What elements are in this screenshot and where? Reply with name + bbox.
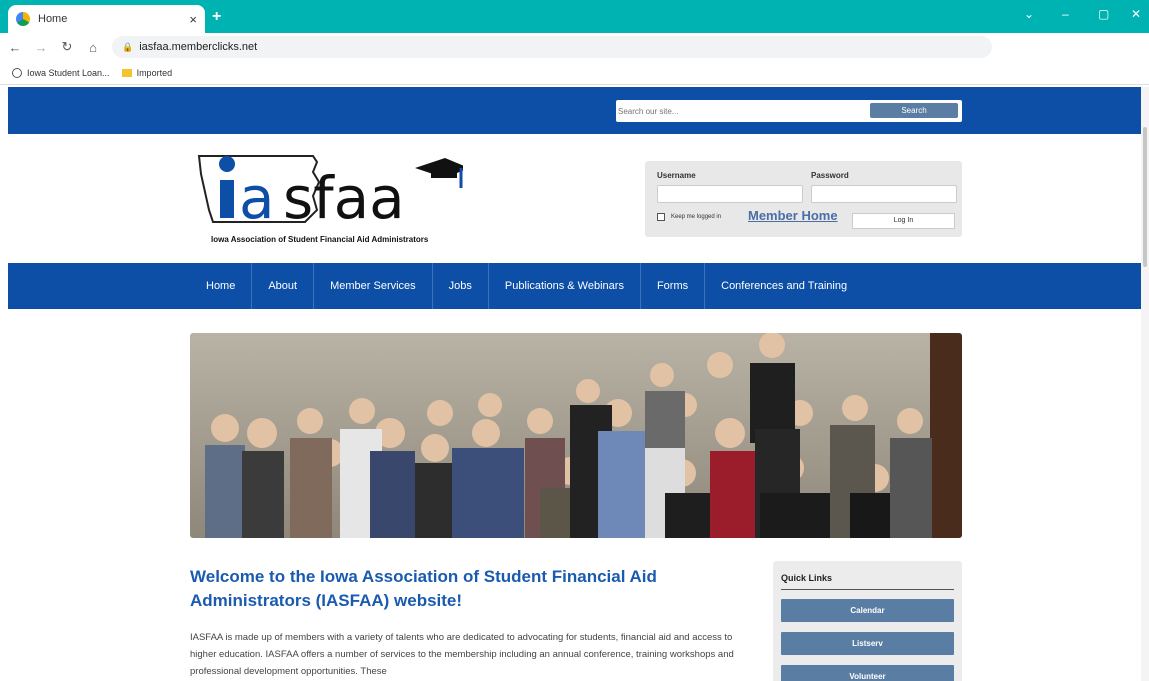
- bookmarks-bar: Iowa Student Loan... Imported: [0, 61, 1149, 85]
- back-icon[interactable]: ←: [4, 40, 26, 55]
- main-nav: Home About Member Services Jobs Publicat…: [8, 263, 1141, 309]
- nav-home[interactable]: Home: [190, 263, 253, 309]
- home-icon[interactable]: ⌂: [82, 40, 104, 55]
- intro-paragraph: IASFAA is made up of members with a vari…: [190, 632, 734, 677]
- minimize-icon[interactable]: –: [1062, 7, 1069, 21]
- window-close-icon[interactable]: ✕: [1131, 7, 1141, 21]
- nav-member-services[interactable]: Member Services: [314, 263, 433, 309]
- group-photo: [190, 333, 962, 538]
- nav-jobs[interactable]: Jobs: [433, 263, 489, 309]
- reload-icon[interactable]: ↻: [56, 39, 78, 55]
- svg-text:a: a: [239, 164, 275, 232]
- search-input[interactable]: [616, 102, 866, 120]
- url-text: iasfaa.memberclicks.net: [139, 41, 258, 53]
- bookmark-label: Imported: [136, 67, 173, 78]
- iasfaa-logo[interactable]: a sfaa Iowa Association of Student Finan…: [193, 152, 469, 247]
- site-search: Search: [616, 100, 962, 122]
- bookmark-label: Iowa Student Loan...: [27, 67, 110, 78]
- forward-icon[interactable]: →: [30, 40, 52, 55]
- keep-logged-in-checkbox[interactable]: [657, 213, 665, 221]
- nav-publications-webinars[interactable]: Publications & Webinars: [489, 263, 641, 309]
- iowa-map-logo-graphic: a sfaa: [197, 155, 469, 232]
- site-favicon-icon: [16, 12, 30, 26]
- member-home-link[interactable]: Member Home: [748, 208, 838, 223]
- close-tab-icon[interactable]: ×: [189, 12, 197, 27]
- password-field[interactable]: [811, 185, 957, 203]
- nav-conferences-training[interactable]: Conferences and Training: [705, 263, 863, 309]
- browser-tab-bar: Home × + ⌄ – ▢ ✕: [0, 0, 1149, 33]
- quick-links-panel: Quick Links Calendar Listserv Volunteer: [773, 561, 962, 681]
- nav-about[interactable]: About: [252, 263, 315, 309]
- quick-link-volunteer[interactable]: Volunteer: [781, 665, 954, 681]
- folder-icon: [121, 68, 132, 77]
- tab-title: Home: [38, 13, 68, 25]
- lock-icon: 🔒: [122, 41, 134, 52]
- url-bar[interactable]: 🔒 iasfaa.memberclicks.net: [112, 36, 992, 58]
- group-photo-image: [190, 333, 962, 538]
- bookmark-imported[interactable]: Imported: [121, 67, 173, 78]
- search-button[interactable]: Search: [870, 103, 958, 118]
- quick-links-divider: [781, 589, 954, 590]
- quick-link-calendar[interactable]: Calendar: [781, 599, 954, 622]
- web-page: Search a sfaa Iowa Association of Studen…: [8, 87, 1141, 681]
- quick-links-title: Quick Links: [781, 573, 833, 583]
- scrollbar-thumb[interactable]: [1143, 127, 1147, 267]
- username-label: Username: [657, 171, 696, 180]
- login-box: Username Password Keep me logged in Memb…: [645, 161, 962, 237]
- keep-logged-in-label: Keep me logged in: [671, 214, 722, 220]
- password-label: Password: [811, 171, 849, 180]
- new-tab-icon[interactable]: +: [212, 8, 221, 26]
- address-bar-row: ← → ↻ ⌂ 🔒 iasfaa.memberclicks.net ◎ ⇪ ★ …: [0, 33, 1149, 84]
- svg-text:sfaa: sfaa: [283, 164, 405, 232]
- top-search-band: Search: [8, 87, 1141, 134]
- welcome-heading: Welcome to the Iowa Association of Stude…: [190, 567, 657, 610]
- page-scrollbar[interactable]: [1141, 87, 1149, 681]
- globe-icon: [12, 67, 22, 78]
- username-field[interactable]: [657, 185, 803, 203]
- quick-link-listserv[interactable]: Listserv: [781, 632, 954, 655]
- nav-forms[interactable]: Forms: [641, 263, 706, 309]
- bookmark-iowa-student-loan[interactable]: Iowa Student Loan...: [12, 67, 110, 78]
- login-button[interactable]: Log In: [852, 213, 955, 229]
- tab-search-icon[interactable]: ⌄: [1024, 7, 1034, 21]
- logo-tagline: Iowa Association of Student Financial Ai…: [211, 235, 429, 244]
- maximize-icon[interactable]: ▢: [1098, 7, 1109, 21]
- browser-tab[interactable]: Home ×: [8, 5, 205, 33]
